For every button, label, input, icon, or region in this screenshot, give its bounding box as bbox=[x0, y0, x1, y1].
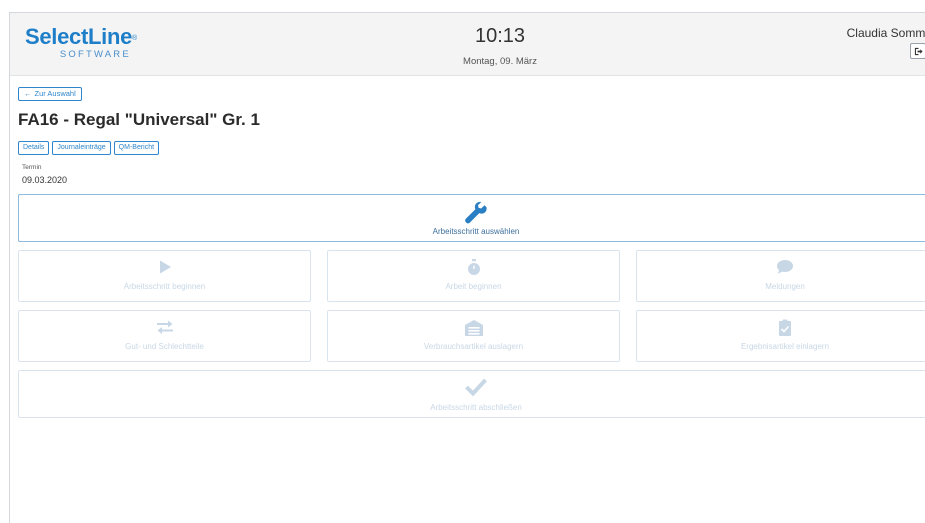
arrow-left-icon: ← bbox=[24, 89, 32, 98]
page-title: FA16 - Regal "Universal" Gr. 1 bbox=[18, 110, 260, 129]
select-work-step-label: Arbeitsschritt auswählen bbox=[432, 227, 520, 236]
tab-qm-report[interactable]: QM-Bericht bbox=[113, 141, 160, 155]
results-in-label: Ergebnisartikel einlagern bbox=[740, 342, 830, 351]
logo-registered-mark: ® bbox=[132, 35, 137, 42]
selectline-logo: SelectLine® SOFTWARE bbox=[25, 24, 137, 61]
termin-label: Termin bbox=[22, 164, 42, 171]
tab-journal-entries[interactable]: Journaleinträge bbox=[52, 141, 111, 155]
header-bar: SelectLine® SOFTWARE 10:13 Montag, 09. M… bbox=[10, 13, 925, 76]
messages-label: Meldungen bbox=[765, 282, 805, 291]
user-name: Claudia Somme bbox=[846, 26, 925, 40]
begin-work-step-label: Arbeitsschritt beginnen bbox=[123, 282, 206, 291]
logo-text: SelectLine bbox=[25, 24, 133, 49]
logo-subtitle: SOFTWARE bbox=[59, 49, 131, 60]
consumables-out-label: Verbrauchsartikel auslagern bbox=[423, 342, 524, 351]
termin-value: 09.03.2020 bbox=[22, 175, 68, 185]
back-button-label: Zur Auswahl bbox=[34, 89, 76, 98]
clock-date: Montag, 09. März bbox=[463, 56, 537, 67]
select-work-step-button[interactable]: Arbeitsschritt auswählen bbox=[18, 194, 925, 242]
tab-details[interactable]: Details bbox=[18, 141, 50, 155]
good-bad-parts-label: Gut- und Schlechtteile bbox=[125, 342, 204, 351]
results-in-button[interactable]: Ergebnisartikel einlagern bbox=[636, 310, 925, 362]
clock: 10:13 Montag, 09. März bbox=[430, 24, 570, 67]
messages-button[interactable]: Meldungen bbox=[636, 250, 925, 302]
warehouse-icon bbox=[464, 320, 483, 336]
good-bad-parts-button[interactable]: Gut- und Schlechtteile bbox=[18, 310, 311, 362]
begin-work-label: Arbeit beginnen bbox=[445, 282, 502, 291]
speech-bubble-icon bbox=[777, 260, 793, 274]
app-window: SelectLine® SOFTWARE 10:13 Montag, 09. M… bbox=[9, 12, 925, 523]
finish-work-step-button[interactable]: Arbeitsschritt abschließen bbox=[18, 370, 925, 418]
begin-work-step-button[interactable]: Arbeitsschritt beginnen bbox=[18, 250, 311, 302]
clock-time: 10:13 bbox=[474, 25, 526, 47]
logout-icon bbox=[914, 47, 923, 56]
checkmark-icon bbox=[465, 378, 487, 397]
begin-work-button[interactable]: Arbeit beginnen bbox=[327, 250, 620, 302]
back-to-selection-button[interactable]: ← Zur Auswahl bbox=[18, 87, 82, 101]
clipboard-check-icon bbox=[779, 319, 791, 336]
stopwatch-icon bbox=[467, 259, 480, 275]
play-icon bbox=[159, 260, 171, 274]
finish-work-step-label: Arbeitsschritt abschließen bbox=[430, 403, 522, 412]
logout-button[interactable] bbox=[910, 43, 925, 59]
exchange-arrows-icon bbox=[156, 320, 173, 334]
detail-tabs: Details Journaleinträge QM-Bericht bbox=[18, 141, 160, 155]
consumables-out-button[interactable]: Verbrauchsartikel auslagern bbox=[327, 310, 620, 362]
wrench-icon bbox=[465, 201, 487, 224]
